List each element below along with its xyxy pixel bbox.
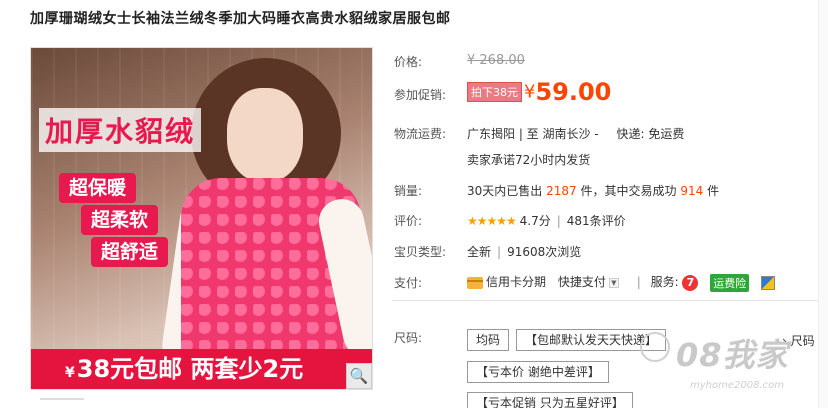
- condition-row: 全新 | 91608次浏览: [467, 245, 582, 259]
- original-price: ¥ 268.00: [467, 53, 525, 68]
- image-bottom-banner: ¥38元包邮 两套少2元: [31, 349, 372, 389]
- watermark-url: myhome2008.com: [690, 380, 784, 391]
- promo-price: 59.00: [535, 78, 612, 106]
- section-divider: [392, 300, 828, 301]
- thumbnail-strip[interactable]: [40, 398, 84, 408]
- condition-label: 宝贝类型:: [394, 245, 447, 259]
- image-tag-warm: 超保暖: [59, 173, 137, 203]
- shipping-insurance-badge[interactable]: 运费险: [710, 273, 750, 292]
- payment-row: 信用卡分期 快捷支付 ▼ | 服务: 7 运费险: [467, 273, 776, 292]
- image-tag-soft: 超柔软: [81, 205, 159, 235]
- shipping-fee: 快递: 免运费: [616, 127, 685, 141]
- product-title: 加厚珊瑚绒女士长袖法兰绒冬季加大码睡衣高贵水貂绒家居服包邮: [30, 11, 451, 27]
- watermark-brand: 08我家: [676, 336, 789, 374]
- size-label: 尺码:: [394, 331, 423, 345]
- rating-score: 4.7分: [519, 214, 551, 228]
- shipping-label: 物流运费:: [394, 127, 447, 141]
- banner-yen: ¥: [65, 365, 75, 381]
- sales-row: 30天内已售出 2187 件，其中交易成功 914 件: [467, 184, 720, 198]
- rating-label: 评价:: [394, 214, 423, 228]
- success-count: 914: [680, 184, 704, 198]
- promo-yen: ¥: [524, 81, 536, 103]
- sales-label: 销量:: [394, 184, 423, 198]
- credit-card-icon: [467, 276, 483, 289]
- promotion-row: 拍下38元 ¥59.00: [467, 78, 611, 106]
- promotion-badge: 拍下38元: [467, 82, 522, 102]
- zoom-icon[interactable]: 🔍: [346, 363, 372, 389]
- review-count-link[interactable]: 481条评价: [567, 214, 626, 228]
- rating-row: ★★★★★ 4.7分 | 481条评价: [467, 214, 626, 228]
- shipping-route-text[interactable]: 广东揭阳 | 至 湖南长沙 -: [467, 127, 599, 141]
- promotion-label: 参加促销:: [394, 88, 447, 102]
- express-pay-option[interactable]: 快捷支付: [558, 275, 606, 289]
- service-label: 服务:: [650, 275, 679, 289]
- shipping-route: 广东揭阳 | 至 湖南长沙 - 快递: 免运费: [467, 125, 684, 142]
- seven-day-return-icon[interactable]: 7: [682, 274, 699, 291]
- size-option-onesize[interactable]: 均码: [467, 329, 510, 351]
- condition-type: 全新: [467, 245, 492, 259]
- watermark-house-icon: [640, 332, 670, 362]
- model-face: [227, 88, 303, 182]
- size-option-five-star[interactable]: 【亏本促销 只为五星好评】: [467, 392, 633, 408]
- service-guarantee-icon[interactable]: [761, 275, 776, 290]
- view-count: 91608次浏览: [507, 245, 582, 259]
- sold-count: 2187: [546, 184, 577, 198]
- rating-stars: ★★★★★: [467, 214, 517, 228]
- product-image[interactable]: 加厚水貂绒 超保暖 超柔软 超舒适 ¥38元包邮 两套少2元 🔍: [30, 47, 373, 390]
- price-label: 价格:: [394, 55, 423, 69]
- scrollbar[interactable]: [818, 0, 828, 408]
- image-promo-headline: 加厚水貂绒: [39, 108, 202, 152]
- payment-label: 支付:: [394, 276, 423, 290]
- ship-promise: 卖家承诺72小时内发货: [467, 153, 591, 167]
- image-tag-comfort: 超舒适: [91, 237, 169, 267]
- banner-text: 38元包邮 两套少2元: [76, 355, 304, 383]
- payment-dropdown-icon[interactable]: ▼: [608, 277, 619, 288]
- installment-option[interactable]: 信用卡分期: [486, 275, 546, 289]
- size-option-loss-price[interactable]: 【亏本价 谢绝中差评】: [467, 361, 609, 383]
